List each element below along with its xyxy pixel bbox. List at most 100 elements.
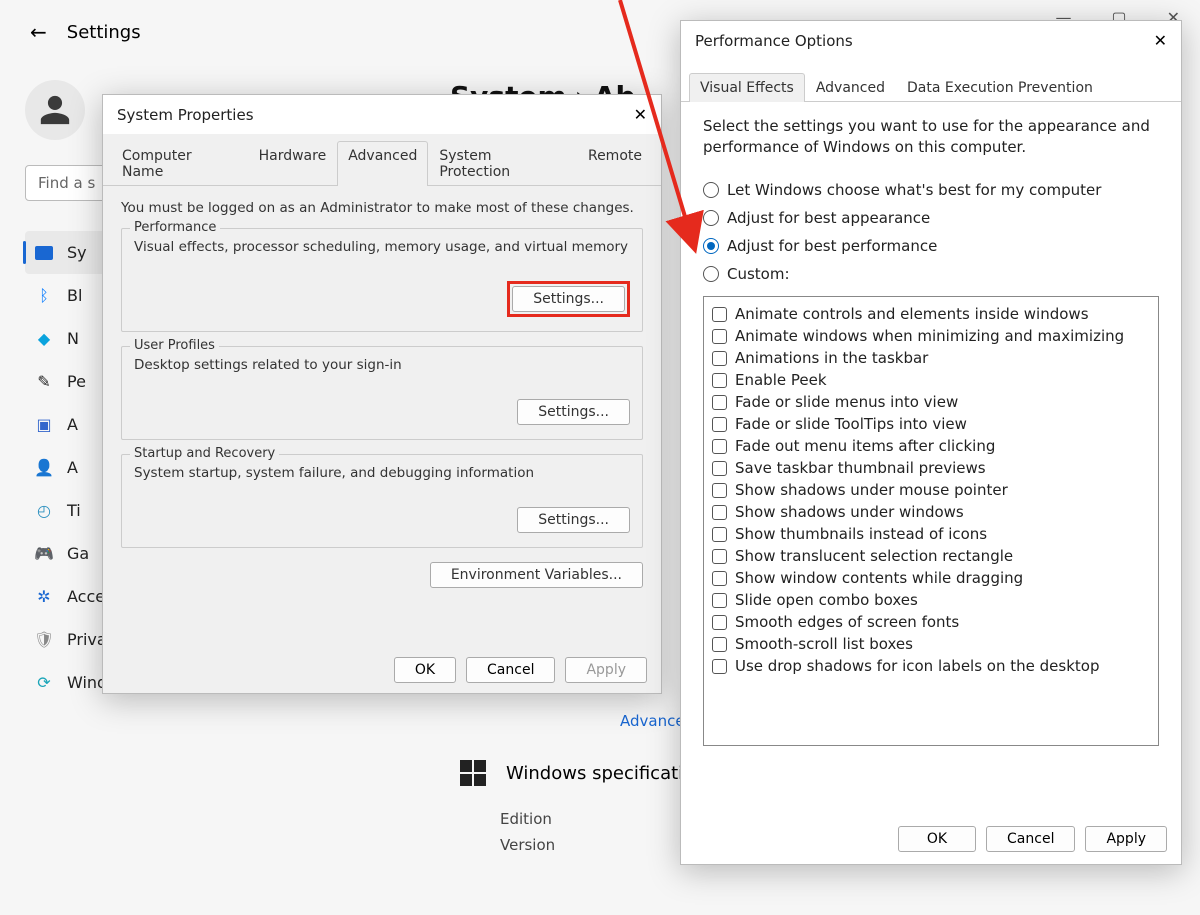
startup-legend: Startup and Recovery (130, 446, 279, 461)
check-label: Show window contents while dragging (735, 569, 1023, 587)
sysprop-tabs: Computer Name Hardware Advanced System P… (103, 134, 661, 186)
checkbox-icon (712, 439, 727, 454)
accessibility-icon: ✲ (35, 588, 53, 606)
radio-icon (703, 238, 719, 254)
radio-label: Custom: (727, 265, 790, 283)
check-label: Animate controls and elements inside win… (735, 305, 1089, 323)
checkbox-icon (712, 593, 727, 608)
check-animate-windows[interactable]: Animate windows when minimizing and maxi… (708, 325, 1154, 347)
radio-label: Let Windows choose what's best for my co… (727, 181, 1101, 199)
admin-note: You must be logged on as an Administrato… (121, 200, 643, 216)
performance-desc: Visual effects, processor scheduling, me… (134, 239, 630, 255)
check-label: Smooth edges of screen fonts (735, 613, 959, 631)
check-slide-combo[interactable]: Slide open combo boxes (708, 589, 1154, 611)
performance-fieldset: Performance Visual effects, processor sc… (121, 228, 643, 332)
update-icon: ⟳ (35, 674, 53, 692)
startup-settings-button[interactable]: Settings... (517, 507, 630, 533)
performance-settings-button[interactable]: Settings... (512, 286, 625, 312)
ok-button[interactable]: OK (394, 657, 456, 683)
checkbox-icon (712, 571, 727, 586)
startup-desc: System startup, system failure, and debu… (134, 465, 630, 481)
checkbox-icon (712, 505, 727, 520)
check-fade-menus[interactable]: Fade or slide menus into view (708, 391, 1154, 413)
check-enable-peek[interactable]: Enable Peek (708, 369, 1154, 391)
cancel-button[interactable]: Cancel (466, 657, 555, 683)
check-animate-controls[interactable]: Animate controls and elements inside win… (708, 303, 1154, 325)
check-label: Slide open combo boxes (735, 591, 918, 609)
tab-computer-name[interactable]: Computer Name (111, 141, 248, 186)
check-smooth-fonts[interactable]: Smooth edges of screen fonts (708, 611, 1154, 633)
nav-label: Ti (67, 501, 81, 520)
perfopt-tabs: Visual Effects Advanced Data Execution P… (681, 60, 1181, 102)
close-icon[interactable]: ✕ (634, 105, 647, 124)
checkbox-icon (712, 615, 727, 630)
settings-title: Settings (67, 22, 141, 43)
check-thumbnails-icons[interactable]: Show thumbnails instead of icons (708, 523, 1154, 545)
check-fade-menu-items[interactable]: Fade out menu items after clicking (708, 435, 1154, 457)
tab-dep[interactable]: Data Execution Prevention (896, 73, 1104, 102)
tab-advanced[interactable]: Advanced (805, 73, 896, 102)
performance-options-dialog: Performance Options ✕ Visual Effects Adv… (680, 20, 1182, 865)
search-input[interactable]: Find a s (25, 165, 110, 201)
check-label: Show shadows under windows (735, 503, 964, 521)
check-smooth-scroll[interactable]: Smooth-scroll list boxes (708, 633, 1154, 655)
checkbox-icon (712, 307, 727, 322)
version-label: Version (500, 836, 600, 854)
check-label: Show translucent selection rectangle (735, 547, 1013, 565)
check-shadows-windows[interactable]: Show shadows under windows (708, 501, 1154, 523)
check-drop-shadows-icons[interactable]: Use drop shadows for icon labels on the … (708, 655, 1154, 677)
nav-label: Ga (67, 544, 89, 563)
check-label: Use drop shadows for icon labels on the … (735, 657, 1099, 675)
apply-button[interactable]: Apply (565, 657, 647, 683)
check-animations-taskbar[interactable]: Animations in the taskbar (708, 347, 1154, 369)
shield-icon: 🛡 (35, 631, 53, 649)
check-label: Show shadows under mouse pointer (735, 481, 1008, 499)
checkbox-icon (712, 637, 727, 652)
radio-label: Adjust for best appearance (727, 209, 930, 227)
radio-best-performance[interactable]: Adjust for best performance (703, 232, 1159, 260)
ok-button[interactable]: OK (898, 826, 976, 852)
check-shadows-pointer[interactable]: Show shadows under mouse pointer (708, 479, 1154, 501)
apps-icon: ▣ (35, 416, 53, 434)
bluetooth-icon: ᛒ (35, 287, 53, 305)
tab-remote[interactable]: Remote (577, 141, 653, 186)
user-profiles-settings-button[interactable]: Settings... (517, 399, 630, 425)
system-properties-dialog: System Properties ✕ Computer Name Hardwa… (102, 94, 662, 694)
close-icon[interactable]: ✕ (1154, 31, 1167, 50)
checkbox-icon (712, 395, 727, 410)
cancel-button[interactable]: Cancel (986, 826, 1075, 852)
nav-label: Sy (67, 243, 87, 262)
check-window-contents-drag[interactable]: Show window contents while dragging (708, 567, 1154, 589)
check-fade-tooltips[interactable]: Fade or slide ToolTips into view (708, 413, 1154, 435)
check-translucent-selection[interactable]: Show translucent selection rectangle (708, 545, 1154, 567)
back-arrow-icon[interactable]: ← (30, 20, 47, 44)
check-label: Smooth-scroll list boxes (735, 635, 913, 653)
radio-best-appearance[interactable]: Adjust for best appearance (703, 204, 1159, 232)
windows-logo-icon (460, 760, 486, 786)
check-label: Fade or slide ToolTips into view (735, 415, 967, 433)
performance-legend: Performance (130, 220, 220, 235)
checkbox-icon (712, 373, 727, 388)
environment-variables-button[interactable]: Environment Variables... (430, 562, 643, 588)
radio-custom[interactable]: Custom: (703, 260, 1159, 288)
tab-visual-effects[interactable]: Visual Effects (689, 73, 805, 102)
tab-advanced[interactable]: Advanced (337, 141, 428, 186)
check-save-thumbnails[interactable]: Save taskbar thumbnail previews (708, 457, 1154, 479)
check-label: Animations in the taskbar (735, 349, 928, 367)
avatar[interactable] (25, 80, 85, 140)
check-label: Fade or slide menus into view (735, 393, 958, 411)
checkbox-icon (712, 527, 727, 542)
user-profiles-fieldset: User Profiles Desktop settings related t… (121, 346, 643, 440)
radio-let-windows-choose[interactable]: Let Windows choose what's best for my co… (703, 176, 1159, 204)
check-label: Enable Peek (735, 371, 827, 389)
nav-label: A (67, 458, 78, 477)
apply-button[interactable]: Apply (1085, 826, 1167, 852)
radio-label: Adjust for best performance (727, 237, 937, 255)
tab-system-protection[interactable]: System Protection (428, 141, 577, 186)
checkbox-icon (712, 659, 727, 674)
tab-hardware[interactable]: Hardware (248, 141, 338, 186)
check-label: Fade out menu items after clicking (735, 437, 995, 455)
nav-label: N (67, 329, 79, 348)
nav-label: Bl (67, 286, 82, 305)
visual-effects-checklist[interactable]: Animate controls and elements inside win… (703, 296, 1159, 746)
